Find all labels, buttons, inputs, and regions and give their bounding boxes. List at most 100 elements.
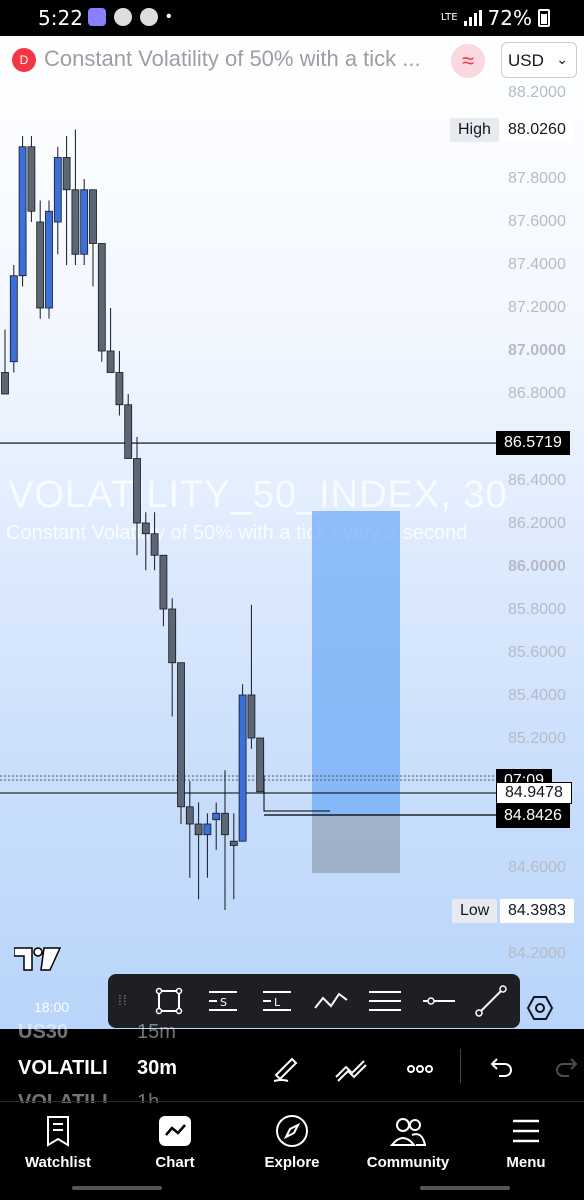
candle-body	[159, 554, 168, 610]
candle-body	[256, 737, 265, 793]
tradingview-logo-icon	[14, 947, 62, 971]
candlestick-chart[interactable]	[0, 36, 584, 1029]
nav-explore[interactable]: Explore	[242, 1114, 342, 1171]
last-price-label: 84.9478	[496, 782, 572, 804]
trend-line-tool-icon[interactable]	[472, 982, 510, 1020]
symbol-title[interactable]: Constant Volatility of 50% with a tick .…	[44, 46, 421, 72]
axis-label: 88.2000	[508, 84, 566, 101]
candle-body	[27, 146, 36, 212]
bottom-panel: US30 15m VOLATILI 30m VOLATILI 1h Watchl…	[0, 1021, 584, 1200]
watchlist-symbol[interactable]: US30	[18, 1021, 68, 1044]
compare-icon[interactable]: ≈	[451, 44, 485, 78]
fib-s-tool-icon[interactable]: S	[204, 982, 242, 1020]
candle-body	[203, 823, 212, 836]
chart-header: D Constant Volatility of 50% with a tick…	[0, 36, 584, 84]
nav-label: Community	[366, 1154, 450, 1171]
battery-percent: 72%	[487, 6, 532, 30]
chart-icon	[125, 1114, 225, 1148]
close-level-label[interactable]: 84.8426	[496, 804, 570, 828]
axis-label: 85.2000	[508, 730, 566, 747]
horizontal-line-tool-icon[interactable]	[420, 982, 458, 1020]
candle-body	[36, 221, 45, 309]
candle-body	[1, 372, 9, 395]
drag-handle-icon[interactable]: ⁞⁞	[118, 992, 128, 1008]
candle-body	[133, 458, 141, 524]
status-time: 5:22	[38, 6, 83, 30]
candle-body	[185, 806, 194, 825]
axis-label: 85.4000	[508, 687, 566, 704]
watchlist-timeframe-active[interactable]: 30m	[137, 1057, 177, 1080]
axis-label: 85.8000	[508, 601, 566, 618]
chat-icon-2	[140, 8, 158, 26]
nav-menu[interactable]: Menu	[476, 1114, 576, 1171]
nav-label: Menu	[506, 1154, 546, 1171]
axis-label: 87.0000	[508, 342, 566, 359]
candle-body	[247, 694, 256, 739]
axis-label: 87.6000	[508, 213, 566, 230]
candle-body	[229, 840, 238, 846]
axis-label: 87.8000	[508, 170, 566, 187]
pattern-tool-icon[interactable]	[312, 982, 350, 1020]
signal-icon	[463, 10, 482, 26]
redo-icon[interactable]	[548, 1049, 584, 1089]
more-icon[interactable]	[400, 1049, 440, 1089]
fib-l-tool-icon[interactable]: L	[258, 982, 296, 1020]
rectangle-tool-icon[interactable]	[150, 982, 188, 1020]
network-type: LTE	[440, 12, 458, 23]
watchlist-icon	[8, 1114, 108, 1148]
currency-value: USD	[508, 51, 544, 70]
candle-body	[194, 823, 203, 836]
candle-body	[221, 812, 229, 836]
chevron-down-icon: ⌄	[556, 51, 568, 67]
gesture-bar	[72, 1186, 162, 1190]
nav-watchlist[interactable]: Watchlist	[8, 1114, 108, 1171]
watchlist-symbol-active[interactable]: VOLATILI	[18, 1057, 108, 1080]
candle-body	[62, 157, 71, 191]
community-icon	[358, 1114, 458, 1148]
indicators-icon[interactable]	[332, 1049, 372, 1089]
compass-icon	[242, 1114, 342, 1148]
axis-label: 85.6000	[508, 644, 566, 661]
axis-label: 86.0000	[508, 558, 566, 575]
watchlist-timeframe[interactable]: 15m	[137, 1021, 176, 1044]
drawing-toolbar[interactable]: ⁞⁞ S L	[108, 974, 520, 1028]
brush-icon[interactable]	[266, 1049, 306, 1089]
axis-label: 84.2000	[508, 945, 566, 962]
status-bar: 5:22 • LTE 72%	[0, 0, 584, 36]
candle-body	[97, 243, 106, 352]
candle-body	[238, 694, 247, 842]
position-target-zone	[312, 511, 400, 815]
axis-label: 87.2000	[508, 299, 566, 316]
toolbar-divider	[460, 1049, 461, 1083]
symbol-logo-icon[interactable]: D	[12, 48, 36, 72]
battery-icon	[538, 9, 550, 27]
chart-settings-icon[interactable]	[526, 994, 554, 1022]
undo-icon[interactable]	[480, 1049, 520, 1089]
axis-label: 84.6000	[508, 859, 566, 876]
candle-body	[89, 189, 97, 244]
svg-text:S: S	[220, 996, 227, 1009]
candle-body	[177, 662, 185, 808]
axis-label: 86.2000	[508, 515, 566, 532]
line-price-label[interactable]: 86.5719	[496, 431, 570, 455]
gesture-bar	[420, 1186, 510, 1190]
low-tag: Low	[452, 899, 498, 923]
candle-body	[115, 372, 124, 406]
candle-body	[106, 350, 115, 373]
axis-label: 87.4000	[508, 256, 566, 273]
notification-icons: •	[88, 8, 172, 26]
system-icons: LTE 72%	[441, 6, 550, 30]
candle-body	[71, 189, 80, 255]
chat-icon	[114, 8, 132, 26]
parallel-lines-tool-icon[interactable]	[366, 982, 404, 1020]
nav-chart[interactable]: Chart	[125, 1114, 225, 1171]
chart-area[interactable]: VOLATILITY_50_INDEX, 30 Constant Volatil…	[0, 36, 584, 1029]
nav-label: Chart	[155, 1154, 195, 1171]
currency-select[interactable]: USD ⌄	[501, 42, 577, 78]
nav-community[interactable]: Community	[358, 1114, 458, 1171]
axis-label: 86.8000	[508, 385, 566, 402]
candle-body	[124, 404, 133, 459]
svg-text:L: L	[274, 996, 281, 1009]
high-tag: High	[450, 118, 499, 142]
bottom-navigation: Watchlist Chart Explore Community Menu	[0, 1101, 584, 1187]
